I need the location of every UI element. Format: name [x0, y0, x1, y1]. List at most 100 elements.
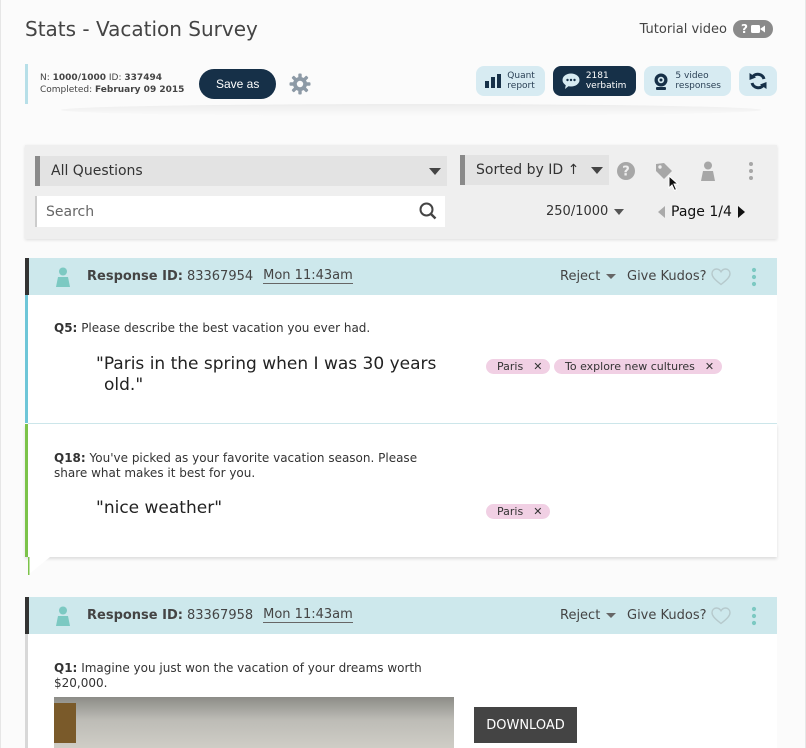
thumbnail-frame-object — [54, 703, 76, 743]
tutorial-badge: ? — [733, 20, 773, 38]
give-kudos-button[interactable]: Give Kudos? — [627, 606, 731, 625]
answer-line: "Paris in the spring when I was 30 years — [96, 354, 437, 374]
webcam-icon — [654, 73, 668, 90]
response-id-value: 83367954 — [186, 269, 254, 284]
speech-bubble-icon — [562, 73, 580, 89]
completed-label: Completed: — [40, 85, 93, 95]
tag-chip[interactable]: Paris ✕ — [486, 504, 551, 519]
heart-icon — [710, 606, 731, 624]
response-header: Response ID: 83367954 Mon 11:43am Reject… — [25, 258, 777, 295]
refresh-button[interactable] — [739, 66, 777, 96]
tutorial-video-link[interactable]: Tutorial video ? — [640, 20, 773, 38]
question-body: Please describe the best vacation you ev… — [81, 321, 371, 335]
chevron-down-icon — [606, 613, 617, 618]
person-icon — [56, 267, 70, 287]
chevron-down-icon — [614, 208, 625, 215]
video-responses-label: 5 video responses — [675, 71, 721, 91]
question-label: Q18: — [54, 451, 86, 465]
survey-meta: N: 1000/1000 ID: 337494 Completed: Febru… — [25, 64, 195, 104]
quant-report-button[interactable]: Quant report — [476, 66, 545, 96]
header-actions: Quant report 2181 verbatim 5 video respo… — [476, 66, 777, 96]
reject-label: Reject — [560, 608, 601, 623]
response-id-value: 83367958 — [186, 608, 254, 623]
questions-dropdown[interactable]: All Questions — [35, 156, 447, 186]
page-indicator: Page 1/4 — [671, 204, 732, 220]
save-as-button[interactable]: Save as — [199, 69, 277, 99]
completed-value: February 09 2015 — [95, 85, 185, 95]
prev-page-icon[interactable] — [658, 206, 665, 218]
give-kudos-button[interactable]: Give Kudos? — [627, 267, 731, 286]
chevron-down-icon — [606, 274, 617, 279]
tutorial-label: Tutorial video — [639, 21, 727, 37]
mouse-cursor-icon — [668, 175, 679, 192]
question-body: $20,000. — [54, 676, 108, 690]
close-icon[interactable]: ✕ — [533, 360, 542, 373]
tag-label: To explore new cultures — [565, 360, 695, 373]
verbatim-button[interactable]: 2181 verbatim — [552, 66, 637, 96]
download-button[interactable]: DOWNLOAD — [474, 707, 577, 743]
svg-text:?: ? — [622, 165, 630, 180]
card-tail — [28, 557, 50, 575]
question-label: Q1: — [54, 661, 78, 675]
search-input[interactable] — [46, 203, 406, 220]
kebab-icon[interactable] — [751, 267, 757, 287]
answer-line: old." — [104, 375, 144, 395]
kudos-label: Give Kudos? — [627, 269, 707, 284]
id-label: ID: — [108, 73, 122, 83]
question-body: share what makes it best for you. — [54, 466, 256, 480]
tag-label: Paris — [497, 505, 524, 518]
pagination: Page 1/4 — [658, 204, 745, 220]
page-title: Stats - Vacation Survey — [25, 17, 258, 41]
verbatim-line1: 2181 — [585, 71, 609, 81]
question-body: Imagine you just won the vacation of you… — [81, 661, 422, 675]
person-icon[interactable] — [698, 161, 718, 181]
refresh-icon — [749, 72, 767, 90]
verbatim-line2: verbatim — [585, 81, 627, 91]
kebab-icon[interactable] — [751, 606, 757, 626]
help-icon[interactable]: ? — [616, 161, 636, 181]
question-body: You've picked as your favorite vacation … — [89, 451, 418, 465]
question-text: Q18: You've picked as your favorite vaca… — [54, 451, 417, 481]
results-per-page-dropdown[interactable]: 250/1000 — [546, 204, 625, 219]
verbatim-label: 2181 verbatim — [586, 71, 627, 91]
quant-report-label: Quant report — [507, 71, 535, 91]
chevron-down-icon — [429, 168, 441, 175]
video-line1: 5 video — [675, 71, 709, 81]
id-value: 337494 — [124, 73, 162, 83]
results-count: 250/1000 — [546, 204, 609, 219]
video-thumbnail[interactable] — [54, 697, 454, 748]
response-id-label: Response ID: — [87, 269, 183, 284]
response-time[interactable]: Mon 11:43am — [263, 269, 353, 284]
tag-chip[interactable]: To explore new cultures ✕ — [554, 359, 723, 374]
tag-label: Paris — [497, 360, 524, 373]
meta-line-1: N: 1000/1000 ID: 337494 — [40, 72, 195, 84]
video-responses-button[interactable]: 5 video responses — [644, 66, 731, 96]
reject-dropdown[interactable]: Reject — [560, 608, 617, 623]
header-shadow — [61, 104, 761, 116]
survey-header-bar: N: 1000/1000 ID: 337494 Completed: Febru… — [25, 64, 777, 104]
search-icon[interactable] — [419, 202, 437, 220]
meta-line-2: Completed: February 09 2015 — [40, 84, 195, 96]
response-time[interactable]: Mon 11:43am — [263, 608, 353, 623]
tag-chip[interactable]: Paris ✕ — [486, 359, 551, 374]
close-icon[interactable]: ✕ — [533, 505, 542, 518]
questions-dropdown-value: All Questions — [51, 163, 143, 179]
kebab-icon[interactable] — [741, 161, 761, 181]
close-icon[interactable]: ✕ — [705, 360, 714, 373]
sort-dropdown[interactable]: Sorted by ID ↑ — [460, 155, 609, 185]
app-frame: Stats - Vacation Survey Tutorial video ?… — [0, 0, 806, 748]
gear-icon[interactable] — [288, 72, 312, 96]
question-text: Q5: Please describe the best vacation yo… — [54, 321, 370, 336]
reject-dropdown[interactable]: Reject — [560, 269, 617, 284]
search-box — [35, 196, 445, 227]
response-id-label: Response ID: — [87, 608, 183, 623]
heart-icon — [710, 267, 731, 285]
next-page-icon[interactable] — [737, 206, 745, 218]
video-line2: responses — [675, 81, 721, 91]
quant-line2: report — [507, 81, 535, 91]
chevron-down-icon — [591, 167, 603, 174]
reject-label: Reject — [560, 269, 601, 284]
filter-panel: All Questions Sorted by ID ↑ ? Search 25… — [25, 145, 777, 239]
question-block: Q5: Please describe the best vacation yo… — [25, 295, 777, 423]
quant-line1: Quant — [507, 71, 535, 81]
